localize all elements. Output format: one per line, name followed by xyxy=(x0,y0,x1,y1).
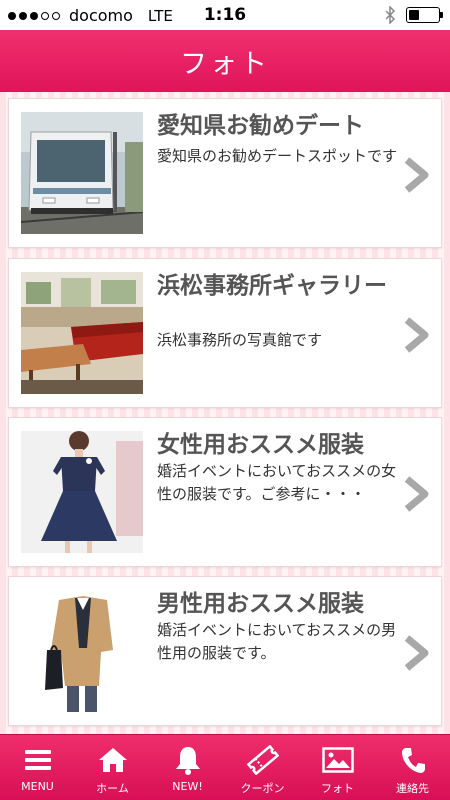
tab-label: 連絡先 xyxy=(396,782,429,795)
bell-icon xyxy=(171,745,205,775)
album-card-aichi-date[interactable]: 愛知県お勧めデート 愛知県のお勧めデートスポットです xyxy=(8,98,442,248)
chevron-right-icon xyxy=(404,317,429,353)
menu-icon xyxy=(21,745,55,775)
tab-contact[interactable]: 連絡先 xyxy=(375,735,450,800)
tab-label: MENU xyxy=(21,780,54,793)
status-time: 1:16 xyxy=(203,5,247,25)
office-interior-photo xyxy=(21,272,143,394)
album-description: 婚活イベントにおいておススメの男性用の服装です。 xyxy=(157,621,397,662)
page-title: フォト xyxy=(180,48,270,80)
album-card-mens-outfit[interactable]: 男性用おススメ服装 婚活イベントにおいておススメの男性用の服装です。 xyxy=(8,576,442,726)
tab-photo[interactable]: フォト xyxy=(300,735,375,800)
battery-level xyxy=(409,10,419,20)
bluetooth-icon xyxy=(385,6,396,24)
tab-label: フォト xyxy=(321,782,354,795)
status-indicators xyxy=(384,6,443,24)
album-description: 浜松事務所の写真館です xyxy=(157,331,323,349)
album-card-hamamatsu-gallery[interactable]: 浜松事務所ギャラリー 浜松事務所の写真館です xyxy=(8,258,442,408)
bottom-tab-bar: MENU ホーム NEW! クーポン フォト 連絡先 xyxy=(0,734,450,800)
chevron-right-icon xyxy=(404,157,429,193)
photo-album-list: 愛知県お勧めデート 愛知県のお勧めデートスポットです 浜松事務所ギャラリー 浜松… xyxy=(0,92,450,734)
tab-new[interactable]: NEW! xyxy=(150,735,225,800)
tab-label: NEW! xyxy=(172,780,203,793)
tab-home[interactable]: ホーム xyxy=(75,735,150,800)
tab-label: ホーム xyxy=(96,782,129,795)
album-description: 婚活イベントにおいておススメの女性の服装です。ご参考に・・・ xyxy=(157,462,397,503)
battery-icon xyxy=(406,7,443,23)
mens-jacket-photo xyxy=(21,590,143,712)
album-title: 愛知県お勧めデート xyxy=(157,113,364,139)
app-header: フォト xyxy=(0,30,450,92)
coupon-icon xyxy=(246,745,280,775)
album-title: 女性用おススメ服装 xyxy=(157,432,364,458)
album-card-womens-outfit[interactable]: 女性用おススメ服装 婚活イベントにおいておススメの女性の服装です。ご参考に・・・ xyxy=(8,417,442,567)
phone-icon xyxy=(396,745,430,775)
album-description: 愛知県のお勧めデートスポットです xyxy=(157,147,398,165)
photo-icon xyxy=(321,745,355,775)
navy-dress-photo xyxy=(21,431,143,553)
album-title: 浜松事務所ギャラリー xyxy=(157,273,387,299)
chevron-right-icon xyxy=(404,635,429,671)
tab-menu[interactable]: MENU xyxy=(0,735,75,800)
tab-coupon[interactable]: クーポン xyxy=(225,735,300,800)
tab-label: クーポン xyxy=(240,782,285,795)
chevron-right-icon xyxy=(404,476,429,512)
tram-photo xyxy=(21,112,143,234)
home-icon xyxy=(96,745,130,775)
status-bar: docomo LTE 1:16 xyxy=(0,0,450,30)
album-title: 男性用おススメ服装 xyxy=(157,591,364,617)
